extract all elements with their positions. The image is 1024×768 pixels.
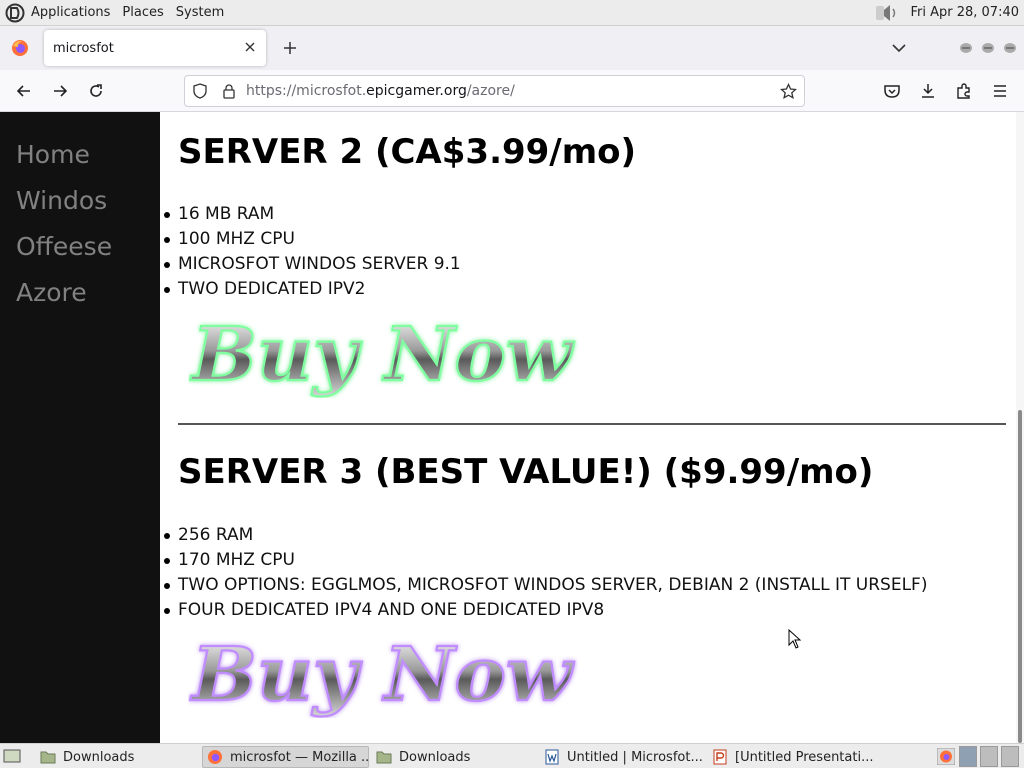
url-path: /azore/ bbox=[466, 83, 515, 99]
taskbar-item-presentation[interactable]: [Untitled Presentati... bbox=[708, 746, 874, 768]
spec-item: TWO DEDICATED IPV2 bbox=[164, 277, 461, 302]
pocket-icon[interactable] bbox=[883, 82, 901, 100]
bottom-taskbar: Downloads microsfot — Mozilla ... Downlo… bbox=[0, 743, 1024, 768]
system-menu[interactable]: System bbox=[176, 5, 224, 20]
section-divider bbox=[178, 423, 1006, 425]
window-controls bbox=[958, 41, 1024, 55]
taskbar-item-firefox[interactable]: microsfot — Mozilla ... bbox=[202, 746, 369, 768]
tab-title: microsfot bbox=[53, 40, 114, 56]
url-domain: epicgamer.org bbox=[366, 83, 467, 99]
mouse-pointer-icon bbox=[788, 629, 802, 649]
maximize-window-icon[interactable] bbox=[980, 41, 996, 55]
spec-item: MICROSFOT WINDOS SERVER 9.1 bbox=[164, 252, 461, 277]
url-text[interactable]: https://microsfot.epicgamer.org/azore/ bbox=[246, 83, 515, 99]
url-bar[interactable]: https://microsfot.epicgamer.org/azore/ bbox=[184, 75, 805, 107]
show-desktop-icon[interactable] bbox=[3, 748, 21, 764]
folder-icon bbox=[40, 751, 56, 764]
workspace-switcher-1[interactable] bbox=[959, 746, 977, 767]
chevron-down-icon[interactable] bbox=[891, 41, 907, 55]
server-2-title: SERVER 2 (CA$3.99/mo) bbox=[178, 132, 637, 172]
sidenav-link-home[interactable]: Home bbox=[16, 140, 90, 169]
minimize-window-icon[interactable] bbox=[958, 41, 974, 55]
spec-item: FOUR DEDICATED IPV4 AND ONE DEDICATED IP… bbox=[163, 598, 927, 623]
svg-text:Buy Now: Buy Now bbox=[190, 312, 574, 398]
forward-arrow-icon[interactable] bbox=[51, 82, 69, 100]
sidenav-link-azore[interactable]: Azore bbox=[16, 278, 87, 307]
sidenav-link-windos[interactable]: Windos bbox=[16, 186, 107, 215]
word-doc-icon bbox=[545, 749, 559, 765]
spec-item: 16 MB RAM bbox=[164, 202, 461, 227]
spec-item: 100 MHZ CPU bbox=[164, 227, 461, 252]
tab-microsfot[interactable]: microsfot bbox=[44, 30, 266, 66]
task-label: microsfot — Mozilla ... bbox=[230, 749, 369, 765]
hamburger-menu-icon[interactable] bbox=[991, 82, 1009, 100]
task-label: [Untitled Presentati... bbox=[735, 749, 874, 765]
extensions-icon[interactable] bbox=[955, 82, 973, 100]
task-label: Untitled | Microsfot... bbox=[567, 749, 703, 765]
volume-icon[interactable] bbox=[874, 2, 902, 24]
distro-logo-icon[interactable] bbox=[5, 3, 25, 23]
system-top-panel: Applications Places System Fri Apr 28, 0… bbox=[0, 0, 1024, 26]
clock[interactable]: Fri Apr 28, 07:40 bbox=[910, 5, 1019, 20]
side-navigation: Home Windos Offeese Azore bbox=[0, 112, 160, 743]
main-content: SERVER 2 (CA$3.99/mo) 16 MB RAM 100 MHZ … bbox=[160, 112, 1016, 743]
folder-icon bbox=[376, 751, 392, 764]
tracking-protection-shield-icon[interactable] bbox=[192, 83, 208, 99]
browser-tab-bar: microsfot bbox=[0, 26, 1024, 70]
applications-menu[interactable]: Applications bbox=[31, 5, 110, 20]
new-tab-icon[interactable] bbox=[282, 40, 298, 56]
firefox-icon bbox=[208, 750, 222, 764]
close-tab-icon[interactable] bbox=[242, 39, 258, 55]
spec-item: 256 RAM bbox=[163, 523, 927, 548]
spec-item: TWO OPTIONS: EGGLMOS, MICROSFOT WINDOS S… bbox=[163, 573, 927, 598]
spec-item: 170 MHZ CPU bbox=[163, 548, 927, 573]
firefox-view-icon[interactable] bbox=[11, 39, 29, 57]
browser-nav-bar: https://microsfot.epicgamer.org/azore/ bbox=[0, 70, 1024, 112]
sidenav-link-offeese[interactable]: Offeese bbox=[16, 232, 112, 261]
workspace-switcher-2[interactable] bbox=[980, 746, 998, 767]
taskbar-item-word-doc[interactable]: Untitled | Microsfot... bbox=[540, 746, 706, 768]
server-2-spec-list: 16 MB RAM 100 MHZ CPU MICROSFOT WINDOS S… bbox=[164, 202, 461, 302]
server-2-buy-now-button[interactable]: Buy Now bbox=[188, 308, 578, 398]
server-3-spec-list: 256 RAM 170 MHZ CPU TWO OPTIONS: EGGLMOS… bbox=[163, 523, 927, 623]
svg-text:Buy Now: Buy Now bbox=[190, 632, 574, 718]
firefox-tray-icon[interactable] bbox=[937, 748, 955, 765]
back-arrow-icon[interactable] bbox=[15, 82, 33, 100]
taskbar-item-downloads-2[interactable]: Downloads bbox=[372, 746, 538, 768]
task-label: Downloads bbox=[63, 749, 135, 765]
reload-icon[interactable] bbox=[87, 82, 105, 100]
downloads-icon[interactable] bbox=[919, 82, 937, 100]
server-3-title: SERVER 3 (BEST VALUE!) ($9.99/mo) bbox=[178, 452, 874, 492]
close-window-icon[interactable] bbox=[1002, 41, 1018, 55]
url-prefix: https://microsfot. bbox=[246, 83, 367, 99]
bookmark-star-icon[interactable] bbox=[780, 83, 797, 100]
places-menu[interactable]: Places bbox=[122, 5, 163, 20]
presentation-icon bbox=[713, 749, 727, 765]
scrollbar-thumb[interactable] bbox=[1018, 410, 1022, 743]
server-3-buy-now-button[interactable]: Buy Now bbox=[188, 628, 578, 718]
task-label: Downloads bbox=[399, 749, 471, 765]
lock-icon[interactable] bbox=[222, 83, 236, 99]
taskbar-item-downloads-1[interactable]: Downloads bbox=[36, 746, 202, 768]
web-page: Home Windos Offeese Azore SERVER 2 (CA$3… bbox=[0, 112, 1024, 743]
workspace-switcher-3[interactable] bbox=[1001, 746, 1019, 767]
